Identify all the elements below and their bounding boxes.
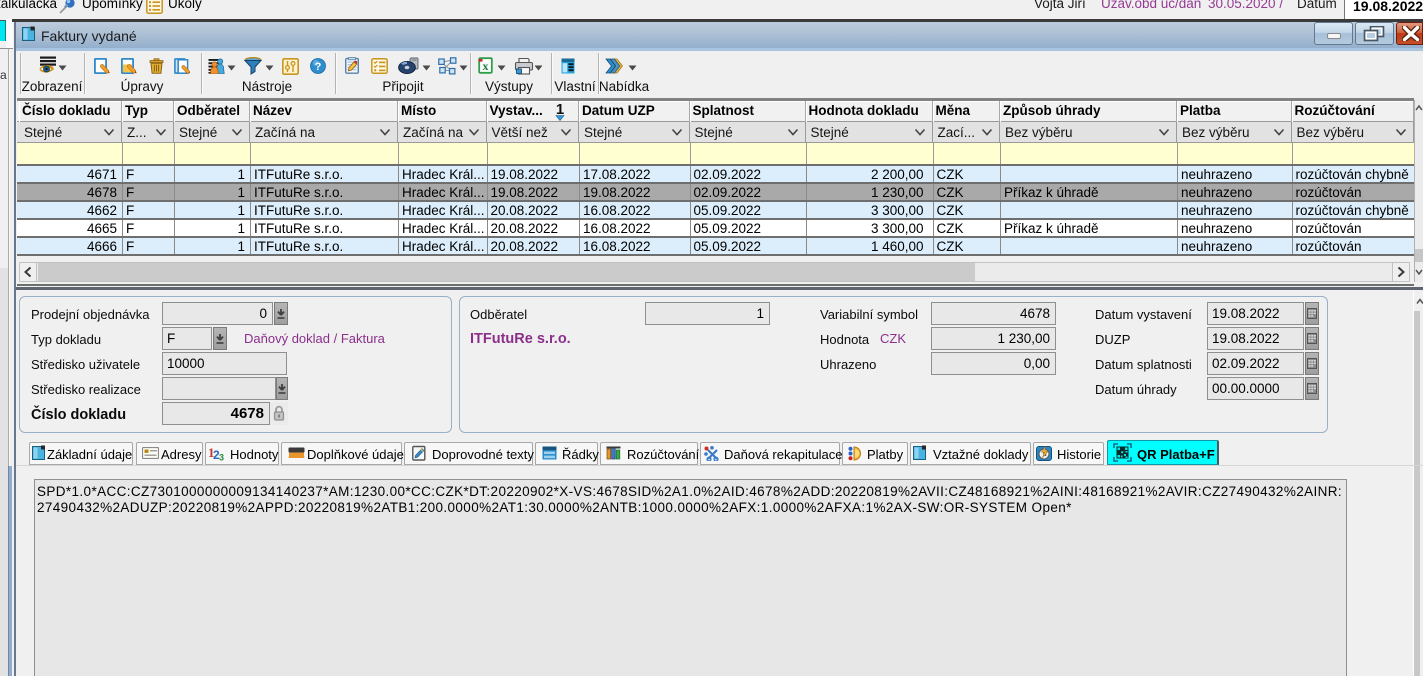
svg-text:?: ? — [314, 61, 321, 73]
svg-text:x: x — [483, 59, 489, 73]
svg-text:3: 3 — [219, 453, 224, 462]
